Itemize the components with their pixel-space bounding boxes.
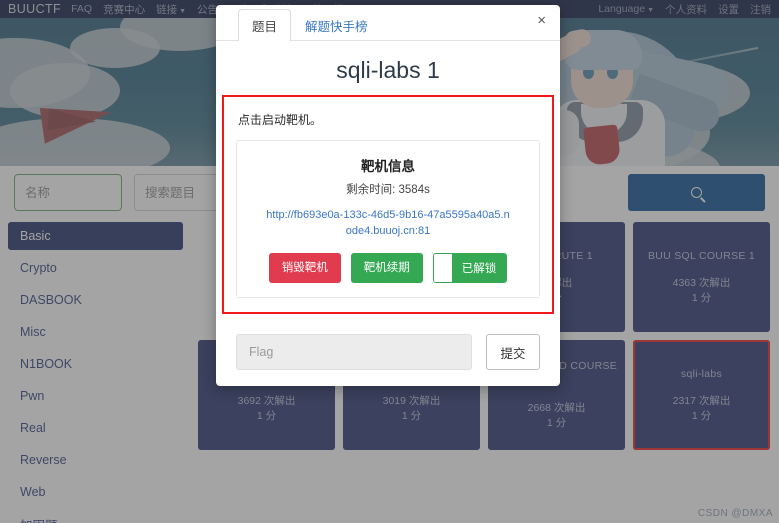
- unlocked-button-label: 已解锁: [451, 254, 507, 282]
- target-machine-panel: 点击启动靶机。 靶机信息 剩余时间: 3584s http://fb693e0a…: [222, 95, 554, 314]
- app-root: BUUCTF FAQ竞赛中心链接▼公告用户积分榜▼练习场▼ Language▼个…: [0, 0, 779, 523]
- flag-submit-row: 提交: [216, 314, 560, 370]
- challenge-modal: 题目 解题快手榜 × sqli-labs 1 点击启动靶机。 靶机信息 剩余时间…: [216, 5, 560, 386]
- info-title: 靶机信息: [361, 159, 415, 174]
- unlocked-button-indicator: [433, 254, 452, 282]
- submit-flag-button[interactable]: 提交: [486, 334, 540, 370]
- modal-tab-bar: 题目 解题快手榜 ×: [216, 5, 560, 41]
- close-icon[interactable]: ×: [537, 13, 546, 28]
- target-action-buttons: 销毁靶机 靶机续期 已解锁: [247, 253, 529, 283]
- unlocked-button[interactable]: 已解锁: [432, 253, 508, 283]
- tab-problem[interactable]: 题目: [238, 9, 292, 41]
- target-machine-info: 靶机信息 剩余时间: 3584s http://fb693e0a-133c-46…: [236, 140, 540, 298]
- flag-input[interactable]: [236, 334, 472, 370]
- destroy-machine-button[interactable]: 销毁靶机: [268, 253, 341, 283]
- tab-solver-leaderboard[interactable]: 解题快手榜: [291, 9, 382, 41]
- start-hint-text: 点击启动靶机。: [238, 113, 323, 127]
- renew-machine-button[interactable]: 靶机续期: [350, 253, 423, 283]
- watermark-text: CSDN @DMXA: [697, 508, 773, 519]
- remaining-time: 剩余时间: 3584s: [346, 184, 430, 196]
- target-machine-url-link[interactable]: http://fb693e0a-133c-46d5-9b16-47a5595a4…: [247, 207, 529, 239]
- modal-title: sqli-labs 1: [336, 57, 440, 83]
